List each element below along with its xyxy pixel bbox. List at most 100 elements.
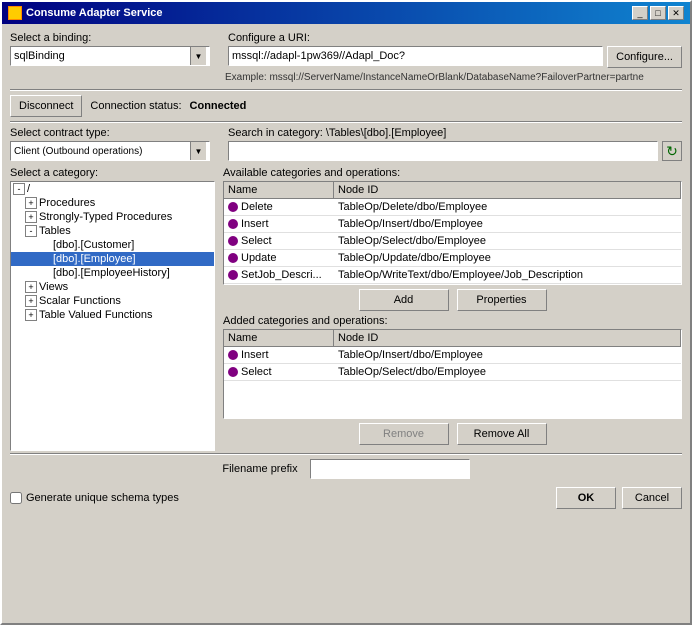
filename-label: Filename prefix <box>222 463 297 475</box>
op-name-cell: Update <box>224 250 334 266</box>
remove-button[interactable]: Remove <box>359 423 449 445</box>
search-label: Search in category: \Tables\[dbo].[Emplo… <box>228 127 682 139</box>
available-ops-header: Name Node ID <box>224 182 681 199</box>
available-ops-table: Name Node ID Delete TableOp/Delete/dbo/E… <box>223 181 682 285</box>
tree-item-tvf[interactable]: + Table Valued Functions <box>11 308 214 322</box>
table-row[interactable]: Select TableOp/Select/dbo/Employee <box>224 364 681 381</box>
filename-input[interactable] <box>310 459 470 479</box>
close-button[interactable]: ✕ <box>668 6 684 20</box>
add-button[interactable]: Add <box>359 289 449 311</box>
tree-item-procedures[interactable]: + Procedures <box>11 196 214 210</box>
category-tree: - / + Procedures + Strongly-Typed Proced… <box>10 181 215 451</box>
tree-label-customer: [dbo].[Customer] <box>53 239 134 251</box>
tree-item-customer[interactable]: [dbo].[Customer] <box>11 238 214 252</box>
connection-status-value: Connected <box>190 100 247 112</box>
binding-value: sqlBinding <box>14 50 65 62</box>
search-input[interactable] <box>228 141 658 161</box>
added-nodeid-header: Node ID <box>334 330 681 346</box>
tree-label-tables: Tables <box>39 225 71 237</box>
uri-input[interactable] <box>228 46 603 66</box>
op-icon <box>228 253 238 263</box>
tree-label-employee: [dbo].[Employee] <box>53 253 136 265</box>
op-nodeid-cell: TableOp/Update/dbo/Employee <box>334 250 681 266</box>
tree-label-procedures: Procedures <box>39 197 95 209</box>
tree-item-root[interactable]: - / <box>11 182 214 196</box>
table-row[interactable]: Insert TableOp/Insert/dbo/Employee <box>224 347 681 364</box>
contract-label: Select contract type: <box>10 127 220 139</box>
op-icon <box>228 367 238 377</box>
generate-checkbox-row: Generate unique schema types <box>10 492 179 504</box>
status-bar: Disconnect Connection status: Connected <box>2 91 690 121</box>
binding-label: Select a binding: <box>10 32 220 44</box>
binding-dropdown[interactable]: sqlBinding ▼ <box>10 46 210 66</box>
tree-item-tables[interactable]: - Tables <box>11 224 214 238</box>
category-label: Select a category: <box>10 167 215 179</box>
contract-dropdown-arrow: ▼ <box>190 142 206 160</box>
table-row[interactable]: Update TableOp/Update/dbo/Employee <box>224 250 681 267</box>
tree-toggle-tvf[interactable]: + <box>25 309 37 321</box>
available-nodeid-header: Node ID <box>334 182 681 198</box>
op-icon <box>228 219 238 229</box>
tree-item-scalar[interactable]: + Scalar Functions <box>11 294 214 308</box>
maximize-button[interactable]: □ <box>650 6 666 20</box>
added-name-header: Name <box>224 330 334 346</box>
search-refresh-icon[interactable]: ↻ <box>662 141 682 161</box>
window-title: Consume Adapter Service <box>26 7 163 19</box>
tree-toggle-stp[interactable]: + <box>25 211 37 223</box>
op-icon <box>228 202 238 212</box>
op-nodeid-cell: TableOp/Delete/dbo/Employee <box>334 199 681 215</box>
tree-label-root: / <box>27 183 30 195</box>
table-row[interactable]: SetJob_Descri... TableOp/WriteText/dbo/E… <box>224 267 681 284</box>
tree-label-scalar: Scalar Functions <box>39 295 121 307</box>
op-nodeid-cell: TableOp/Select/dbo/Employee <box>334 233 681 249</box>
added-ops-header: Name Node ID <box>224 330 681 347</box>
window-icon <box>8 6 22 20</box>
configure-button[interactable]: Configure... <box>607 46 682 68</box>
added-ops-label: Added categories and operations: <box>223 315 682 327</box>
tree-label-tvf: Table Valued Functions <box>39 309 153 321</box>
minimize-button[interactable]: _ <box>632 6 648 20</box>
tree-item-employee[interactable]: [dbo].[Employee] <box>11 252 214 266</box>
op-name-cell: Delete <box>224 199 334 215</box>
op-icon <box>228 350 238 360</box>
disconnect-button[interactable]: Disconnect <box>10 95 82 117</box>
tree-item-stp[interactable]: + Strongly-Typed Procedures <box>11 210 214 224</box>
op-nodeid-cell: TableOp/Insert/dbo/Employee <box>334 216 681 232</box>
title-buttons: _ □ ✕ <box>632 6 684 20</box>
tree-toggle-scalar[interactable]: + <box>25 295 37 307</box>
tree-toggle-root[interactable]: - <box>13 183 25 195</box>
table-row[interactable]: Select TableOp/Select/dbo/Employee <box>224 233 681 250</box>
tree-toggle-views[interactable]: + <box>25 281 37 293</box>
tree-item-views[interactable]: + Views <box>11 280 214 294</box>
contract-dropdown[interactable]: Client (Outbound operations) ▼ <box>10 141 210 161</box>
table-row[interactable]: Delete TableOp/Delete/dbo/Employee <box>224 199 681 216</box>
added-name-cell: Insert <box>224 347 334 363</box>
added-name-cell: Select <box>224 364 334 380</box>
added-ops-table: Name Node ID Insert TableOp/Insert/dbo/E… <box>223 329 682 419</box>
remove-all-button[interactable]: Remove All <box>457 423 547 445</box>
tree-toggle-tables[interactable]: - <box>25 225 37 237</box>
available-name-header: Name <box>224 182 334 198</box>
uri-label: Configure a URI: <box>228 32 682 44</box>
properties-button[interactable]: Properties <box>457 289 547 311</box>
op-name-cell: Insert <box>224 216 334 232</box>
ok-button[interactable]: OK <box>556 487 616 509</box>
tree-item-emphistory[interactable]: [dbo].[EmployeeHistory] <box>11 266 214 280</box>
cancel-button[interactable]: Cancel <box>622 487 682 509</box>
available-ops-label: Available categories and operations: <box>223 167 682 179</box>
table-row[interactable]: Insert TableOp/Insert/dbo/Employee <box>224 216 681 233</box>
op-nodeid-cell: TableOp/WriteText/dbo/Employee/Job_Descr… <box>334 267 681 283</box>
op-icon <box>228 236 238 246</box>
binding-dropdown-arrow: ▼ <box>190 47 206 65</box>
tree-label-views: Views <box>39 281 68 293</box>
op-name-cell: Select <box>224 233 334 249</box>
contract-value: Client (Outbound operations) <box>14 146 142 157</box>
tree-toggle-procedures[interactable]: + <box>25 197 37 209</box>
tree-label-stp: Strongly-Typed Procedures <box>39 211 172 223</box>
generate-label: Generate unique schema types <box>26 492 179 504</box>
generate-checkbox[interactable] <box>10 492 22 504</box>
tree-label-emphistory: [dbo].[EmployeeHistory] <box>53 267 170 279</box>
added-nodeid-cell: TableOp/Insert/dbo/Employee <box>334 347 681 363</box>
connection-status-label: Connection status: <box>90 100 181 112</box>
main-window: Consume Adapter Service _ □ ✕ Select a b… <box>0 0 692 625</box>
